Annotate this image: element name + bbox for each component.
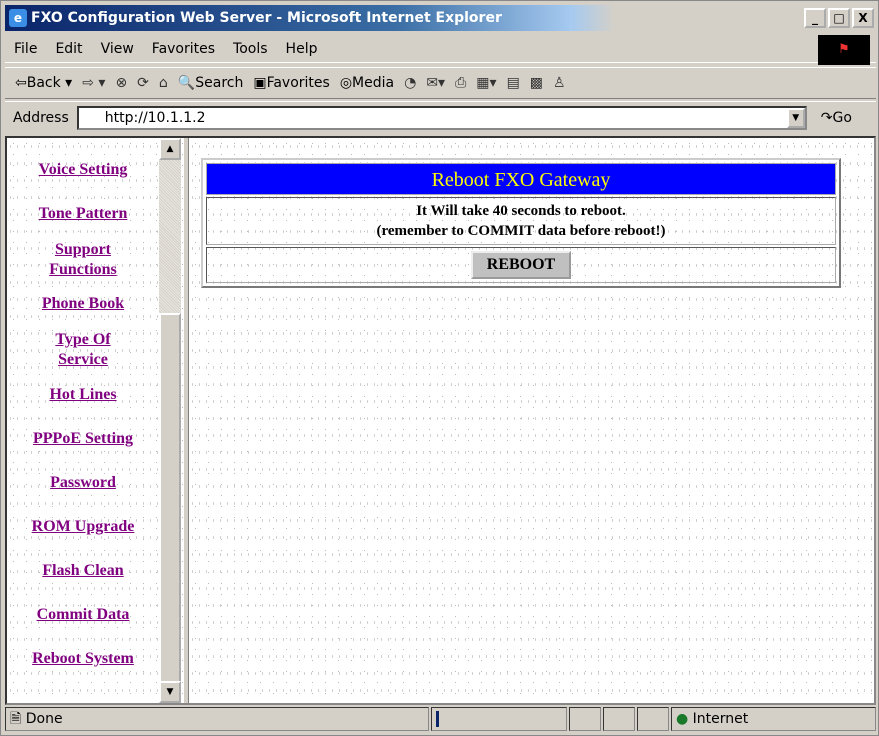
- title-bar: e FXO Configuration Web Server - Microso…: [5, 5, 876, 31]
- user-icon[interactable]: ♙: [553, 75, 566, 91]
- globe-icon: ●: [676, 711, 693, 727]
- nav-pppoe-setting[interactable]: PPPoE Setting: [7, 429, 159, 449]
- menu-edit[interactable]: Edit: [55, 41, 82, 57]
- status-pane: [569, 707, 601, 731]
- media-button[interactable]: ◎Media: [340, 75, 394, 91]
- edit-icon[interactable]: ▦▾: [476, 75, 496, 91]
- main-frame: Reboot FXO Gateway It Will take 40 secon…: [189, 138, 874, 703]
- scroll-down-button[interactable]: ▼: [159, 681, 181, 703]
- status-text: 🗎 Done: [5, 707, 429, 731]
- nav-tone-pattern[interactable]: Tone Pattern: [7, 204, 159, 224]
- windows-logo-icon: ⚑: [818, 35, 870, 65]
- refresh-icon[interactable]: ⟳: [137, 75, 149, 91]
- discuss-icon[interactable]: ▤: [507, 75, 520, 91]
- maximize-button[interactable]: □: [828, 8, 850, 28]
- menu-favorites[interactable]: Favorites: [152, 41, 215, 57]
- menu-tools[interactable]: Tools: [233, 41, 268, 57]
- forward-button[interactable]: ⇨ ▾: [82, 75, 105, 91]
- nav-commit-data[interactable]: Commit Data: [7, 605, 159, 625]
- menu-file[interactable]: File: [14, 41, 37, 57]
- address-bar: Address http://10.1.1.2 ▼ ↷Go: [5, 101, 876, 133]
- nav-frame: Voice Setting Tone Pattern Support Funct…: [7, 138, 183, 703]
- nav-reboot-system[interactable]: Reboot System: [7, 649, 159, 669]
- nav-support-functions[interactable]: Support Functions: [7, 240, 159, 280]
- nav-scrollbar[interactable]: ▲ ▼: [159, 138, 181, 703]
- back-button[interactable]: ⇦Back ▾: [15, 75, 72, 91]
- home-icon[interactable]: ⌂: [159, 75, 168, 91]
- status-pane: [637, 707, 669, 731]
- action-row: REBOOT: [206, 247, 836, 283]
- nav-type-of-service[interactable]: Type Of Service: [7, 330, 159, 370]
- panel-title: Reboot FXO Gateway: [206, 163, 836, 195]
- nav-flash-clean[interactable]: Flash Clean: [7, 561, 159, 581]
- progress-pane: [431, 707, 567, 731]
- address-label: Address: [13, 109, 69, 126]
- reboot-message: It Will take 40 seconds to reboot. (reme…: [206, 197, 836, 245]
- print-icon[interactable]: ⎙: [455, 75, 466, 91]
- reboot-panel: Reboot FXO Gateway It Will take 40 secon…: [201, 158, 841, 288]
- search-button[interactable]: 🔍Search: [178, 75, 244, 91]
- go-button[interactable]: ↷Go: [821, 110, 852, 126]
- search-icon: 🔍: [177, 75, 196, 91]
- nav-phone-book[interactable]: Phone Book: [7, 294, 159, 314]
- back-arrow-icon: ⇦: [15, 75, 27, 91]
- history-icon[interactable]: ◔: [404, 75, 416, 91]
- toolbar: ⇦Back ▾ ⇨ ▾ ⊗ ⟳ ⌂ 🔍Search ▣Favorites ◎Me…: [5, 67, 876, 99]
- menu-view[interactable]: View: [101, 41, 134, 57]
- nav-rom-upgrade[interactable]: ROM Upgrade: [7, 517, 159, 537]
- media-icon: ◎: [339, 75, 353, 91]
- reboot-time-text: It Will take 40 seconds to reboot.: [416, 203, 626, 219]
- page-icon: 🗎: [10, 711, 26, 727]
- scroll-thumb[interactable]: [159, 313, 181, 683]
- status-pane: [603, 707, 635, 731]
- favorites-icon: ▣: [253, 75, 267, 91]
- nav-password[interactable]: Password: [7, 473, 159, 493]
- favorites-button[interactable]: ▣Favorites: [253, 75, 329, 91]
- window-title: FXO Configuration Web Server - Microsoft…: [31, 10, 502, 26]
- close-button[interactable]: X: [852, 8, 874, 28]
- browser-content: Voice Setting Tone Pattern Support Funct…: [5, 136, 876, 705]
- reboot-button[interactable]: REBOOT: [470, 251, 572, 279]
- ie-icon: e: [9, 9, 27, 27]
- commit-reminder-text: (remember to COMMIT data before reboot!): [376, 223, 666, 239]
- zone-pane: ● Internet: [671, 707, 876, 731]
- go-arrow-icon: ↷: [820, 109, 833, 126]
- scroll-up-button[interactable]: ▲: [159, 138, 181, 160]
- status-bar: 🗎 Done ● Internet: [5, 707, 876, 733]
- nav-hot-lines[interactable]: Hot Lines: [7, 385, 159, 405]
- nav-voice-setting[interactable]: Voice Setting: [7, 160, 159, 180]
- menu-bar: File Edit View Favorites Tools Help: [5, 35, 876, 63]
- menu-help[interactable]: Help: [286, 41, 318, 57]
- mail-icon[interactable]: ✉▾: [426, 75, 445, 91]
- minimize-button[interactable]: _: [804, 8, 826, 28]
- address-dropdown[interactable]: ▼: [786, 107, 805, 128]
- messenger-icon[interactable]: ▩: [530, 75, 543, 91]
- stop-icon[interactable]: ⊗: [115, 75, 127, 91]
- address-input[interactable]: http://10.1.1.2 ▼: [76, 105, 807, 130]
